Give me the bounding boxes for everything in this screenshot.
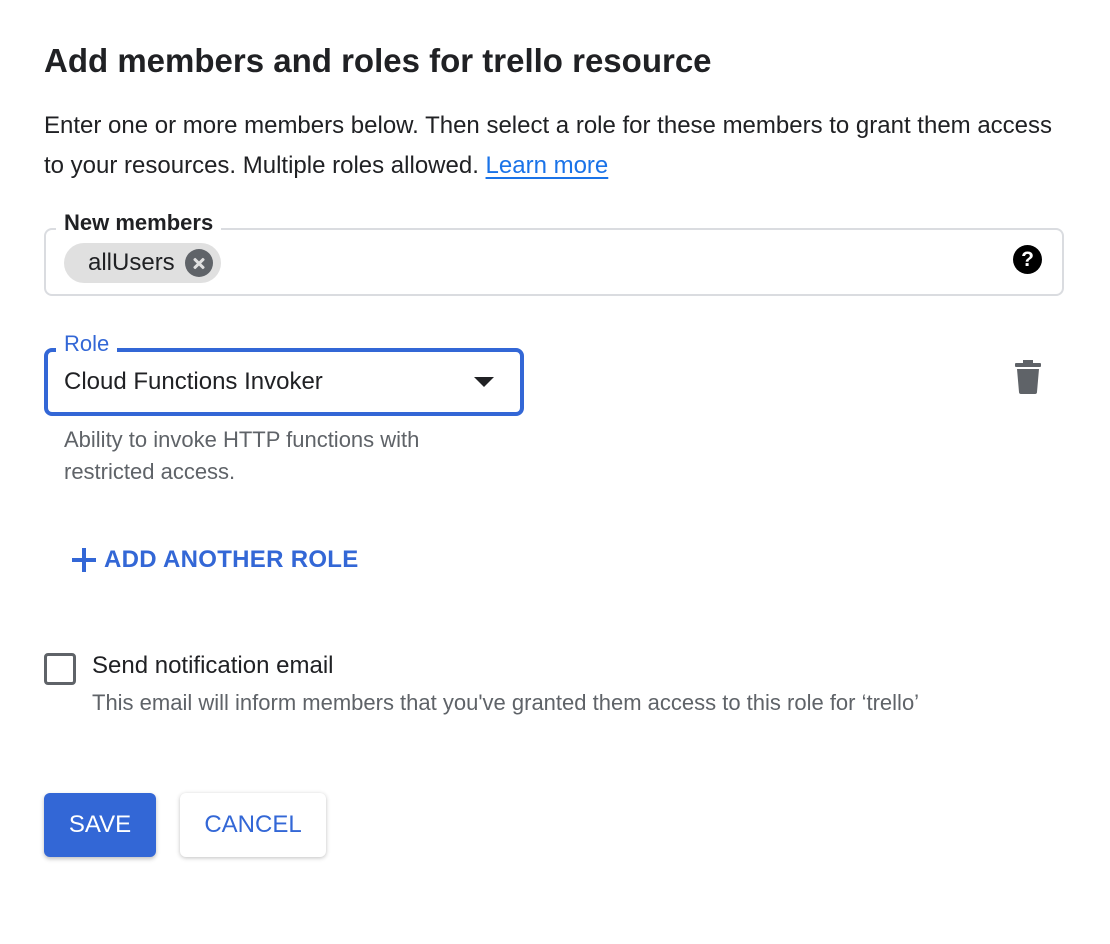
chip-remove-icon[interactable]	[184, 249, 213, 277]
role-label: Role	[56, 331, 118, 357]
add-another-role-label: ADD ANOTHER ROLE	[104, 546, 359, 573]
send-notification-description: This email will inform members that you'…	[92, 690, 920, 715]
member-chip-label: allUsers	[88, 249, 175, 276]
role-selected-value: Cloud Functions Invoker	[64, 368, 323, 395]
learn-more-link[interactable]: Learn more	[486, 152, 609, 179]
cancel-button[interactable]: CANCEL	[180, 793, 326, 857]
trash-icon[interactable]	[1014, 360, 1042, 394]
help-circle-icon[interactable]: ?	[1013, 245, 1042, 274]
send-notification-label: Send notification email	[92, 652, 334, 679]
member-chip: allUsers	[64, 243, 221, 283]
new-members-label: New members	[56, 210, 222, 236]
add-another-role-button[interactable]: ADD ANOTHER ROLE	[72, 546, 359, 574]
plus-icon	[72, 548, 96, 572]
dialog-title: Add members and roles for trello resourc…	[44, 42, 712, 79]
save-button[interactable]: SAVE	[44, 793, 156, 857]
dialog-description: Enter one or more members below. Then se…	[44, 106, 1074, 186]
dropdown-arrow-icon	[474, 377, 494, 387]
send-notification-checkbox[interactable]	[44, 653, 76, 685]
role-description: Ability to invoke HTTP functions with re…	[64, 427, 420, 484]
